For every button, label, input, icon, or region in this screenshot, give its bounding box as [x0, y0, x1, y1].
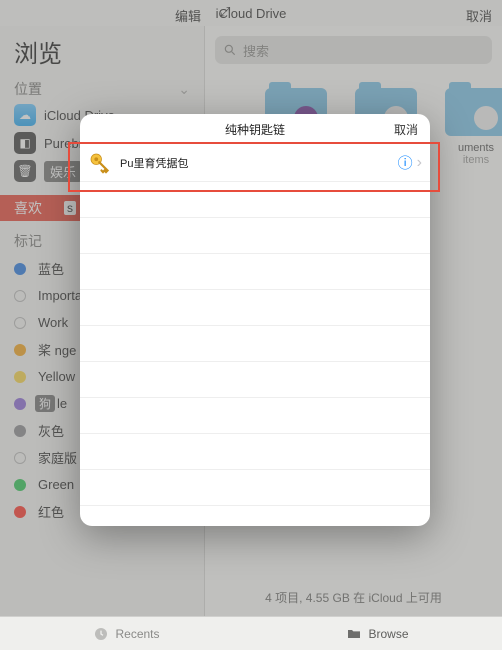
- list-row-empty: [80, 254, 430, 290]
- tab-label: Browse: [368, 627, 408, 641]
- info-icon[interactable]: ⓘ: [398, 152, 413, 173]
- list-row-empty: [80, 290, 430, 326]
- list-row-empty: [80, 470, 430, 506]
- keychain-item[interactable]: Pu里育凭据包 ⓘ ›: [80, 144, 430, 182]
- tab-recents[interactable]: Recents: [93, 626, 159, 642]
- list-row-empty: [80, 398, 430, 434]
- modal-title: 纯种钥匙链: [225, 121, 285, 138]
- list-row-empty: [80, 182, 430, 218]
- tab-label: Recents: [115, 627, 159, 641]
- chevron-right-icon: ›: [417, 154, 422, 172]
- modal-header: 纯种钥匙链 取消: [80, 114, 430, 144]
- clock-icon: [93, 626, 109, 642]
- list-row-empty: [80, 362, 430, 398]
- list-row-empty: [80, 434, 430, 470]
- keychain-item-label: Pu里育凭据包: [120, 155, 188, 171]
- folder-icon: [346, 626, 362, 642]
- tab-browse[interactable]: Browse: [346, 626, 408, 642]
- keychain-modal: 纯种钥匙链 取消 Pu里育凭据包 ⓘ ›: [80, 114, 430, 526]
- modal-cancel-button[interactable]: 取消: [394, 121, 418, 138]
- list-row-empty: [80, 326, 430, 362]
- key-icon: [88, 151, 112, 175]
- list-row-empty: [80, 218, 430, 254]
- tab-bar: Recents Browse: [0, 616, 502, 650]
